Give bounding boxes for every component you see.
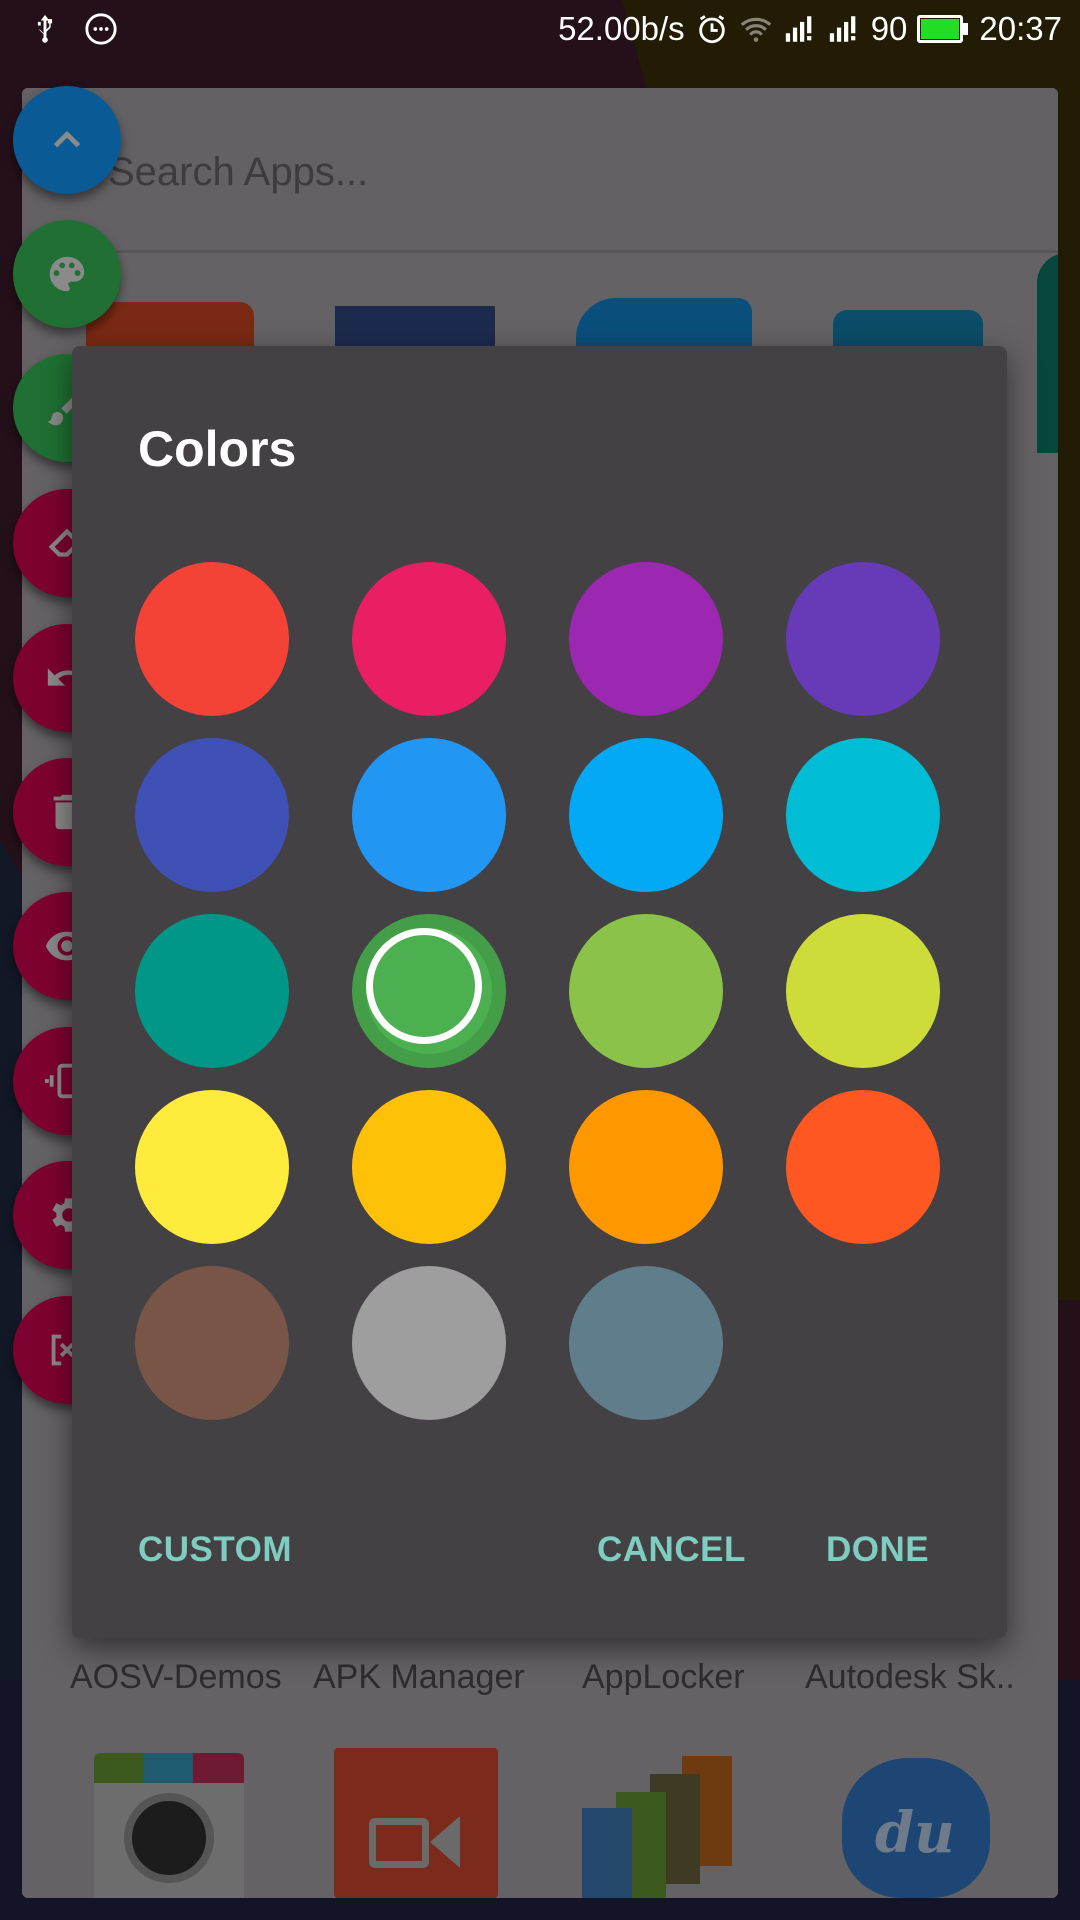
color-swatch-red[interactable] [135, 562, 289, 716]
color-swatch-light-green[interactable] [569, 914, 723, 1068]
color-swatch-blue-grey[interactable] [569, 1266, 723, 1420]
color-swatch-brown[interactable] [135, 1266, 289, 1420]
color-swatch-deep-orange[interactable] [786, 1090, 940, 1244]
color-swatch-indigo[interactable] [135, 738, 289, 892]
color-swatch-light-blue[interactable] [569, 738, 723, 892]
color-swatch-grey[interactable] [352, 1266, 506, 1420]
color-swatch-deep-purple[interactable] [786, 562, 940, 716]
color-swatch-orange[interactable] [569, 1090, 723, 1244]
color-swatch-purple[interactable] [569, 562, 723, 716]
cancel-button[interactable]: CANCEL [597, 1530, 746, 1570]
done-button[interactable]: DONE [826, 1530, 929, 1570]
color-swatch-teal[interactable] [135, 914, 289, 1068]
color-swatch-pink[interactable] [352, 562, 506, 716]
color-swatch-yellow[interactable] [135, 1090, 289, 1244]
custom-button[interactable]: CUSTOM [138, 1530, 292, 1570]
dialog-title: Colors [138, 421, 297, 477]
colors-dialog: Colors CUSTOM CANCEL DONE [72, 346, 1007, 1638]
color-swatch-lime[interactable] [786, 914, 940, 1068]
color-swatch-cyan[interactable] [786, 738, 940, 892]
color-swatch-amber[interactable] [352, 1090, 506, 1244]
color-swatch-green[interactable] [352, 914, 506, 1068]
color-swatch-blue[interactable] [352, 738, 506, 892]
